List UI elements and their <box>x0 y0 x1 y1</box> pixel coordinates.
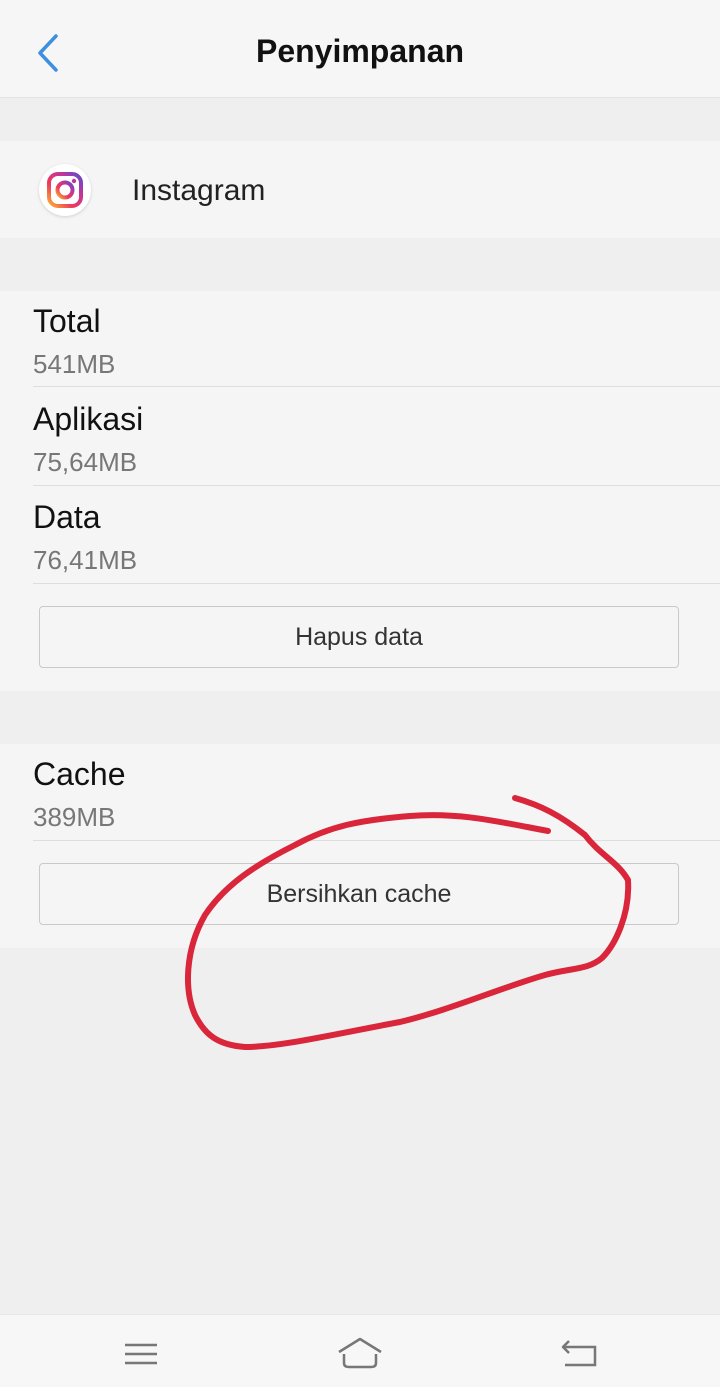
clear-data-button[interactable]: Hapus data <box>39 606 679 668</box>
app-info-card <box>0 141 720 238</box>
menu-icon[interactable] <box>116 1333 166 1373</box>
app-name: Instagram <box>132 174 266 207</box>
data-size-value: 76,41MB <box>33 545 138 575</box>
storage-card: Total 541MB Aplikasi 75,64MB Data 76,41M… <box>0 291 720 691</box>
divider <box>33 386 720 387</box>
clear-cache-button[interactable]: Bersihkan cache <box>39 863 679 925</box>
app-header: Penyimpanan <box>0 0 720 98</box>
app-size-value: 75,64MB <box>33 447 138 477</box>
cache-card: Cache 389MB Bersihkan cache <box>0 744 720 948</box>
divider <box>33 583 720 584</box>
app-size-label: Aplikasi <box>33 401 144 437</box>
cache-label: Cache <box>33 756 126 792</box>
divider <box>33 840 720 841</box>
total-value: 541MB <box>33 349 116 379</box>
total-label: Total <box>33 303 101 339</box>
home-icon[interactable] <box>335 1333 385 1373</box>
back-icon[interactable] <box>555 1333 605 1373</box>
divider <box>33 485 720 486</box>
page-title: Penyimpanan <box>255 33 465 69</box>
data-size-label: Data <box>33 499 101 535</box>
cache-value: 389MB <box>33 802 116 832</box>
navigation-bar <box>0 1314 720 1387</box>
instagram-icon <box>39 164 91 216</box>
